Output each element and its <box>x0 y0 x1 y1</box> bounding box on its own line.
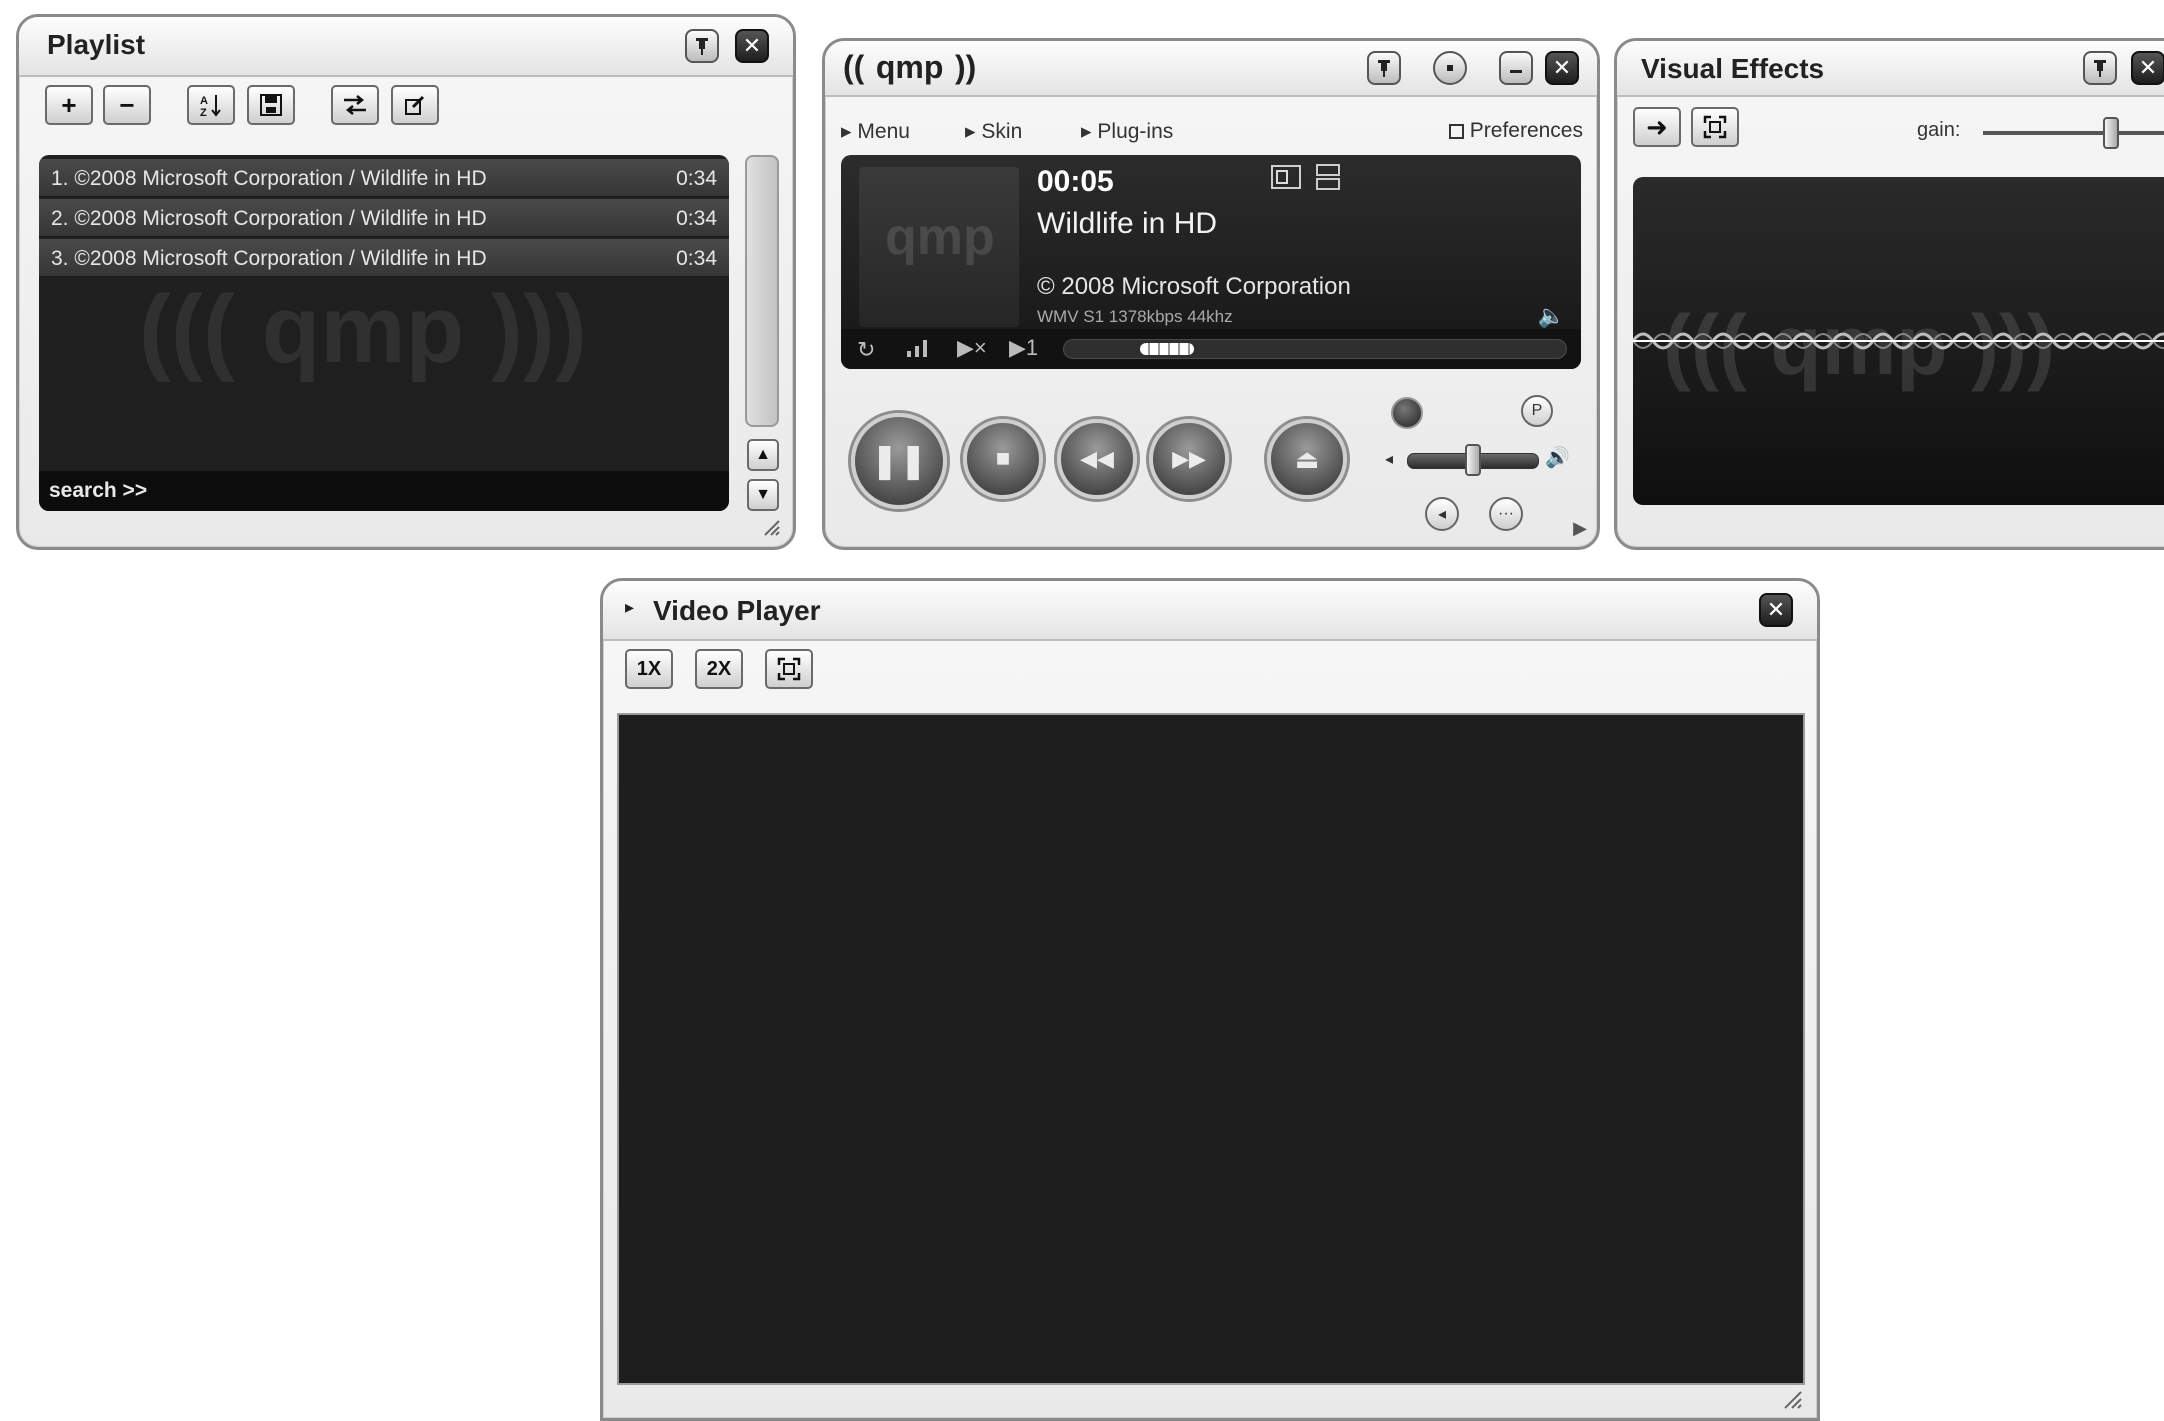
control-strip: ↻ ▶× ▶1 <box>841 329 1581 369</box>
view-mode-icon[interactable] <box>1271 165 1301 189</box>
scroll-down-button[interactable]: ▼ <box>747 479 779 511</box>
next-effect-button[interactable]: ➜ <box>1633 107 1681 147</box>
next-mode-icon[interactable]: ▶1 <box>1009 335 1038 361</box>
visual-titlebar[interactable]: Visual Effects ✕ <box>1617 41 2164 97</box>
sort-icon[interactable]: AZ <box>187 85 235 125</box>
playlist-list: ((( qmp ))) 1. ©2008 Microsoft Corporati… <box>39 155 729 511</box>
visualization-canvas: ((( qmp ))) <box>1633 177 2164 505</box>
add-button[interactable]: + <box>45 85 93 125</box>
pin-icon[interactable] <box>1367 51 1401 85</box>
compact-mode-icon[interactable] <box>1433 51 1467 85</box>
previous-button[interactable]: ◀◀ <box>1057 419 1137 499</box>
waveform <box>1633 332 2164 350</box>
main-player-window: (( qmp )) ✕ ▸ Menu ▸ Skin ▸ Plug-ins Pre… <box>822 38 1600 550</box>
video-titlebar[interactable]: ▸ Video Player ✕ <box>603 581 1817 641</box>
gain-label: gain: <box>1917 119 1961 141</box>
checkbox-icon <box>1448 123 1464 139</box>
fullscreen-icon[interactable] <box>765 649 813 689</box>
svg-text:Z: Z <box>200 107 207 118</box>
more-options-icon[interactable]: ··· <box>1489 497 1523 531</box>
main-titlebar[interactable]: (( qmp )) ✕ <box>825 41 1597 97</box>
stop-button[interactable]: ■ <box>963 419 1043 499</box>
menu-item-menu[interactable]: ▸ Menu <box>841 119 910 144</box>
menu-item-skin[interactable]: ▸ Skin <box>965 119 1022 144</box>
resize-grip-icon[interactable] <box>763 519 781 537</box>
menu-item-preferences[interactable]: Preferences <box>1448 119 1583 143</box>
list-item[interactable]: 3. ©2008 Microsoft Corporation / Wildlif… <box>39 239 729 277</box>
close-icon[interactable]: ✕ <box>1545 51 1579 85</box>
visual-effects-window: Visual Effects ✕ ➜ gain: ((( qmp ))) <box>1614 38 2164 550</box>
playlist-title: Playlist <box>47 29 146 60</box>
search-label: search >> <box>49 479 148 502</box>
track-format: WMV S1 1378kbps 44khz <box>1037 307 1233 326</box>
list-item[interactable]: 2. ©2008 Microsoft Corporation / Wildlif… <box>39 199 729 237</box>
close-icon[interactable]: ✕ <box>2131 51 2164 85</box>
track-artist: © 2008 Microsoft Corporation <box>1037 273 1351 300</box>
audio-sync-icon[interactable]: ◂ <box>1425 497 1459 531</box>
qmp-logo: (( qmp )) <box>843 49 977 85</box>
video-player-window: ▸ Video Player ✕ 1X 2X <box>600 578 1820 1421</box>
album-art-logo: qmp <box>885 208 995 266</box>
time-display: 00:05 <box>1037 165 1114 198</box>
fullscreen-icon[interactable] <box>1691 107 1739 147</box>
svg-text:A: A <box>200 95 208 107</box>
shuffle-icon[interactable] <box>331 85 379 125</box>
gain-thumb[interactable] <box>2102 117 2119 149</box>
play-mode-icon[interactable]: ▶× <box>957 335 987 361</box>
expand-arrow-icon[interactable]: ▶ <box>1573 518 1587 539</box>
playlist-titlebar[interactable]: Playlist ✕ <box>19 17 793 77</box>
equalizer-icon[interactable] <box>903 335 933 364</box>
volume-down-icon: ◂ <box>1385 451 1394 468</box>
pin-icon[interactable] <box>2083 51 2117 85</box>
menu-item-plugins[interactable]: ▸ Plug-ins <box>1081 119 1173 144</box>
visual-title: Visual Effects <box>1641 53 1825 84</box>
repeat-icon[interactable]: ↻ <box>857 337 875 363</box>
display-panel: qmp 00:05 Wildlife in HD © 2008 Microsof… <box>841 155 1581 369</box>
mute-icon[interactable]: 🔈 <box>1538 303 1565 329</box>
minimize-icon[interactable] <box>1499 51 1533 85</box>
playlist-watermark: ((( qmp ))) <box>139 276 587 383</box>
volume-slider[interactable] <box>1407 444 1539 476</box>
seek-bar[interactable] <box>1063 339 1567 359</box>
playlist-window: Playlist ✕ + − AZ ((( qmp ))) 1. ©2008 M… <box>16 14 796 550</box>
open-file-button[interactable]: ⏏ <box>1267 419 1347 499</box>
pause-button[interactable]: ❚❚ <box>851 413 947 509</box>
seek-thumb[interactable] <box>1140 343 1194 355</box>
remove-button[interactable]: − <box>103 85 151 125</box>
album-art: qmp <box>859 167 1019 327</box>
resize-grip-icon[interactable] <box>1783 1390 1803 1410</box>
playlist-toggle-icon[interactable] <box>1315 163 1341 191</box>
zoom-2x-button[interactable]: 2X <box>695 649 743 689</box>
edit-icon[interactable] <box>391 85 439 125</box>
search-bar[interactable]: search >> <box>39 471 729 511</box>
volume-up-icon: 🔊 <box>1545 447 1570 469</box>
volume-thumb[interactable] <box>1465 444 1481 476</box>
gain-slider[interactable] <box>1983 117 2164 149</box>
scroll-up-button[interactable]: ▲ <box>747 439 779 471</box>
next-button[interactable]: ▶▶ <box>1149 419 1229 499</box>
video-surface[interactable] <box>617 713 1805 1385</box>
scrollbar-track[interactable] <box>745 155 779 427</box>
close-icon[interactable]: ✕ <box>735 29 769 63</box>
zoom-1x-button[interactable]: 1X <box>625 649 673 689</box>
save-icon[interactable] <box>247 85 295 125</box>
track-title: Wildlife in HD <box>1037 207 1218 240</box>
collapse-arrow-icon[interactable]: ▸ <box>625 597 634 618</box>
close-icon[interactable]: ✕ <box>1759 593 1793 627</box>
list-item[interactable]: 1. ©2008 Microsoft Corporation / Wildlif… <box>39 159 729 197</box>
video-title: Video Player <box>653 595 821 626</box>
pin-icon[interactable] <box>685 29 719 63</box>
record-icon[interactable] <box>1391 397 1423 429</box>
pitch-icon[interactable]: P <box>1521 395 1553 427</box>
